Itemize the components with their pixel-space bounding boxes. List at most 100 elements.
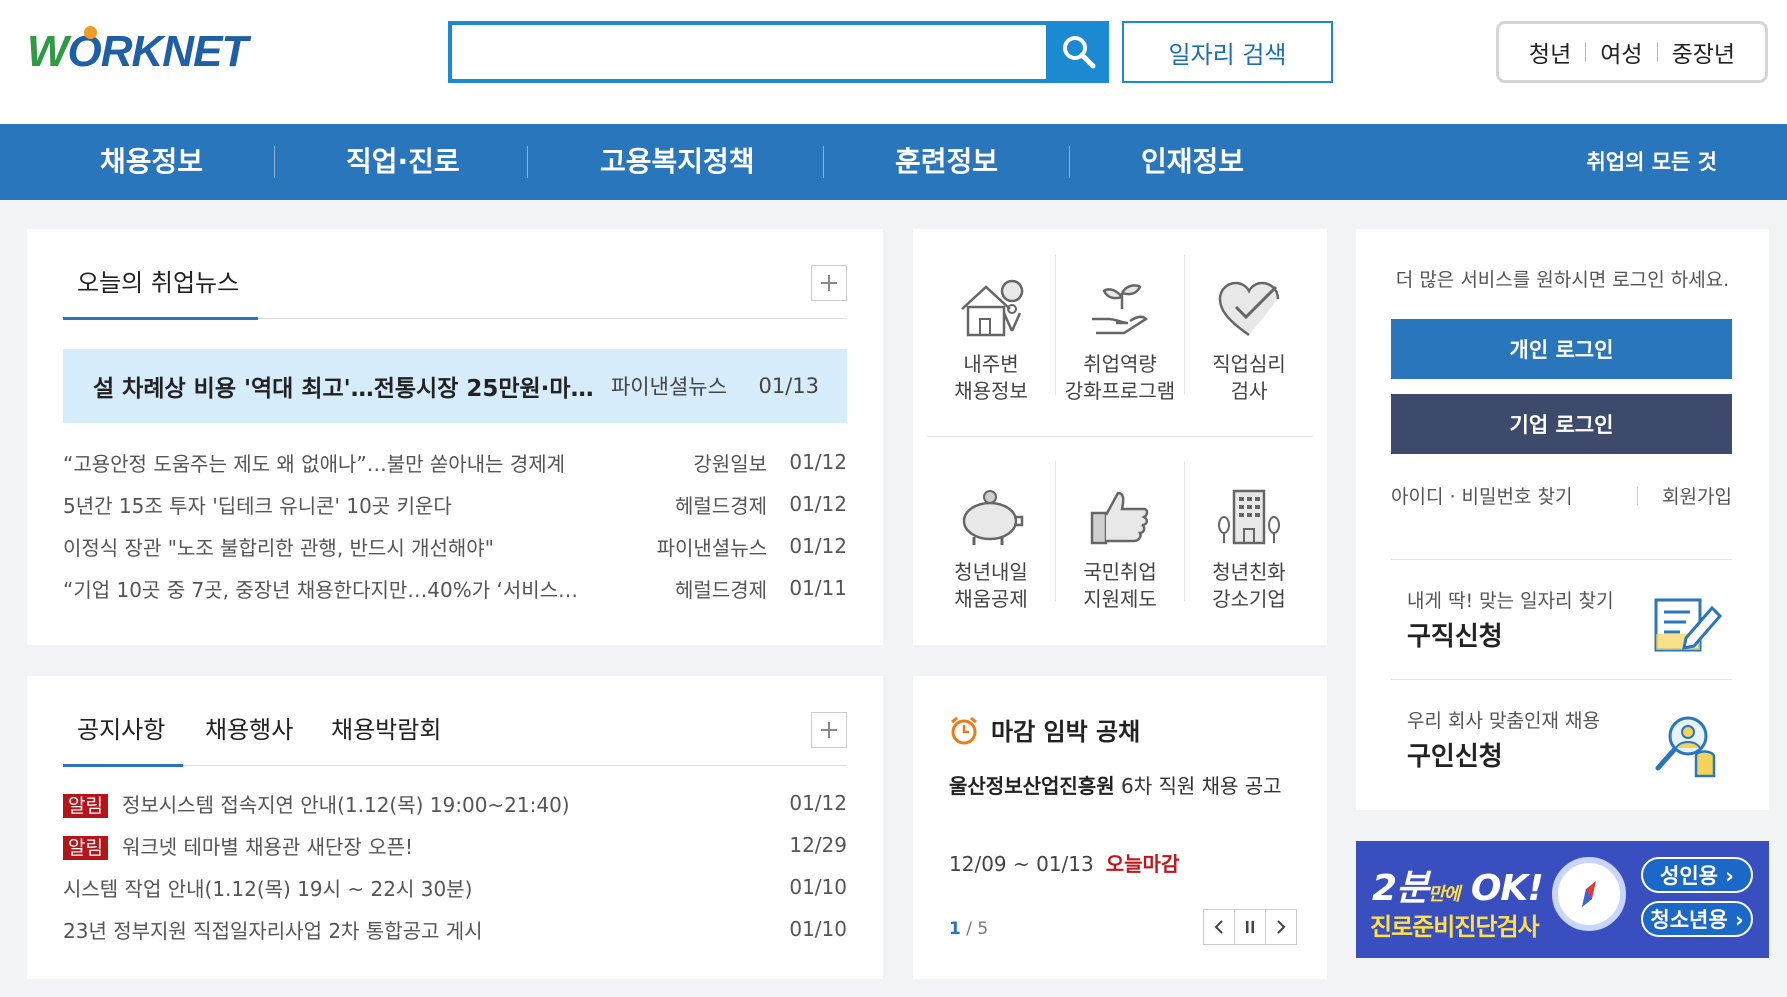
nav-divider — [1069, 146, 1070, 178]
news-more-button[interactable] — [811, 265, 847, 301]
headline-title: 설 차례상 비용 '역대 최고'…전통시장 25만원·마… — [93, 376, 594, 402]
notice-item[interactable]: 알림 워크넷 테마별 채용관 새단장 오픈! 12/29 — [63, 824, 847, 866]
worknet-logo[interactable]: WORKNET — [27, 22, 261, 82]
plus-icon — [821, 722, 837, 738]
notice-item[interactable]: 시스템 작업 안내(1.12(목) 19시 ~ 22시 30분) 01/10 — [63, 866, 847, 908]
search-icon — [1063, 36, 1096, 69]
document-pen-icon — [1654, 598, 1722, 652]
piggy-bank-icon — [962, 490, 1024, 545]
notice-item-date: 12/29 — [789, 833, 847, 857]
notice-more-button[interactable] — [811, 712, 847, 748]
news-item[interactable]: 이정식 장관 "노조 불합리한 관행, 반드시 개선해야" 파이낸셜뉴스 01/… — [63, 525, 847, 567]
alert-badge: 알림 — [63, 793, 108, 818]
service-aptitude-test[interactable]: 직업심리 검사 — [1185, 259, 1313, 405]
notice-item-title: 워크넷 테마별 채용관 새단장 오픈! — [121, 834, 414, 859]
search-input[interactable] — [452, 25, 1046, 79]
signup-link[interactable]: 회원가입 — [1662, 482, 1732, 509]
plus-icon — [821, 275, 837, 291]
service-label: 청년내일 채움공제 — [954, 560, 1028, 611]
news-item[interactable]: “고용안정 도움주는 제도 왜 없애나”…불만 쏟아내는 경제계 강원일보 01… — [63, 441, 847, 483]
nav-item-welfare-policy[interactable]: 고용복지정책 — [600, 124, 755, 200]
headline-date: 01/13 — [758, 374, 819, 398]
news-item-date: 01/12 — [789, 450, 847, 474]
tab-notices[interactable]: 공지사항 — [77, 710, 165, 745]
search-button[interactable] — [1049, 21, 1109, 83]
service-national-employment-support[interactable]: 국민취업 지원제도 — [1056, 467, 1184, 613]
thumbs-up-icon — [1090, 491, 1149, 545]
service-employability-program[interactable]: 취업역량 강화프로그램 — [1056, 259, 1184, 405]
job-seek-subtitle: 내게 딱! 맞는 일자리 찾기 — [1407, 590, 1614, 612]
notice-item-date: 01/10 — [789, 875, 847, 899]
notice-tabs: 공지사항 채용행사 채용박람회 — [63, 676, 847, 767]
notice-item[interactable]: 알림 정보시스템 접속지연 안내(1.12(목) 19:00~21:40) 01/… — [63, 782, 847, 824]
notice-item[interactable]: 23년 정부지원 직접일자리사업 2차 통합공고 게시 01/10 — [63, 908, 847, 950]
service-label: 국민취업 지원제도 — [1083, 560, 1157, 611]
deadline-title-row: 마감 임박 공채 — [949, 712, 1140, 747]
nav-item-recruitment[interactable]: 채용정보 — [100, 124, 203, 200]
notice-item-date: 01/10 — [789, 917, 847, 941]
building-icon — [1218, 489, 1280, 545]
career-test-banner[interactable]: 2분만에 OK! 진로준비진단검사 성인용 › 청소년용 › — [1356, 841, 1769, 958]
headline-source: 파이낸셜뉴스 — [610, 375, 727, 399]
find-id-password-link[interactable]: 아이디 · 비밀번호 찾기 — [1391, 482, 1572, 509]
audience-middle-aged-link[interactable]: 중장년 — [1672, 35, 1735, 69]
deadline-panel: 마감 임박 공채 울산정보산업진흥원 6차 직원 채용 공고 12/09 ~ 0… — [913, 676, 1327, 979]
page-total: / 5 — [960, 919, 989, 939]
nav-item-all-about-jobs[interactable]: 취업의 모든 것 — [1586, 124, 1717, 200]
nav-item-training[interactable]: 훈련정보 — [895, 124, 998, 200]
heart-check-icon — [1218, 281, 1280, 337]
active-tab-underline — [63, 317, 258, 320]
divider — [1636, 486, 1638, 505]
audience-links: 청년 여성 중장년 — [1496, 21, 1768, 83]
divider — [1656, 42, 1658, 62]
news-panel: 오늘의 취업뉴스 설 차례상 비용 '역대 최고'…전통시장 25만원·마… 파… — [27, 229, 883, 645]
service-youth-friendly-companies[interactable]: 청년친화 강소기업 — [1185, 467, 1313, 613]
personal-login-button[interactable]: 개인 로그인 — [1391, 319, 1732, 379]
nav-item-talent[interactable]: 인재정보 — [1141, 124, 1244, 200]
login-panel: 더 많은 서비스를 원하시면 로그인 하세요. 개인 로그인 기업 로그인 아이… — [1356, 229, 1769, 810]
alert-badge: 알림 — [63, 835, 108, 860]
news-title[interactable]: 오늘의 취업뉴스 — [77, 263, 239, 298]
service-label: 청년친화 강소기업 — [1212, 560, 1286, 611]
prev-button[interactable] — [1203, 909, 1235, 945]
adult-test-button[interactable]: 성인용 › — [1641, 857, 1753, 893]
service-youth-savings[interactable]: 청년내일 채움공제 — [927, 467, 1055, 613]
audience-women-link[interactable]: 여성 — [1600, 35, 1642, 69]
deadline-posting[interactable]: 울산정보산업진흥원 6차 직원 채용 공고 — [949, 768, 1289, 804]
tab-hiring-events[interactable]: 채용행사 — [205, 710, 293, 745]
news-headline[interactable]: 설 차례상 비용 '역대 최고'…전통시장 25만원·마… 파이낸셜뉴스 01/… — [63, 349, 847, 423]
news-item[interactable]: 5년간 15조 투자 '딥테크 유니콘' 10곳 키운다 헤럴드경제 01/12 — [63, 483, 847, 525]
audience-youth-link[interactable]: 청년 — [1529, 35, 1571, 69]
job-search-button[interactable]: 일자리 검색 — [1122, 21, 1333, 83]
logo-text: WORKNET — [27, 27, 248, 76]
divider — [1585, 42, 1587, 62]
job-seek-application[interactable]: 내게 딱! 맞는 일자리 찾기 구직신청 — [1391, 559, 1732, 679]
notice-panel: 공지사항 채용행사 채용박람회 알림 정보시스템 접속지연 안내(1.12(목) … — [27, 676, 883, 979]
job-seek-title: 구직신청 — [1407, 622, 1503, 652]
search-box — [448, 21, 1050, 83]
notice-item-title: 23년 정부지원 직접일자리사업 2차 통합공고 게시 — [63, 918, 483, 943]
service-nearby-jobs[interactable]: 내주변 채용정보 — [927, 259, 1055, 405]
notice-item-date: 01/12 — [789, 791, 847, 815]
next-button[interactable] — [1265, 909, 1297, 945]
youth-test-button[interactable]: 청소년용 › — [1641, 901, 1753, 937]
page-current: 1 — [949, 919, 961, 939]
nav-divider — [274, 146, 275, 178]
login-message: 더 많은 서비스를 원하시면 로그인 하세요. — [1395, 269, 1730, 291]
service-label: 직업심리 검사 — [1212, 352, 1286, 403]
news-item-title: 이정식 장관 "노조 불합리한 관행, 반드시 개선해야" — [63, 535, 494, 560]
deadline-org: 울산정보산업진흥원 — [949, 774, 1115, 798]
nav-item-career[interactable]: 직업·진로 — [346, 124, 460, 200]
news-item-source: 헤럴드경제 — [675, 577, 767, 602]
job-offer-application[interactable]: 우리 회사 맞춤인재 채용 구인신청 — [1391, 679, 1732, 799]
news-item[interactable]: “기업 10곳 중 7곳, 중장년 채용한다지만…40%가 ‘서비스… 헤럴드경… — [63, 567, 847, 609]
deadline-title: 마감 임박 공채 — [991, 718, 1141, 746]
news-item-title: “기업 10곳 중 7곳, 중장년 채용한다지만…40%가 ‘서비스… — [63, 577, 579, 602]
company-login-button[interactable]: 기업 로그인 — [1391, 394, 1732, 454]
pause-button[interactable] — [1234, 909, 1266, 945]
tab-job-fairs[interactable]: 채용박람회 — [331, 710, 441, 745]
news-header: 오늘의 취업뉴스 — [63, 229, 847, 320]
banner-headline: 2분만에 OK! — [1372, 868, 1544, 909]
login-links: 아이디 · 비밀번호 찾기 회원가입 — [1391, 482, 1732, 509]
logo-dot — [84, 26, 97, 39]
